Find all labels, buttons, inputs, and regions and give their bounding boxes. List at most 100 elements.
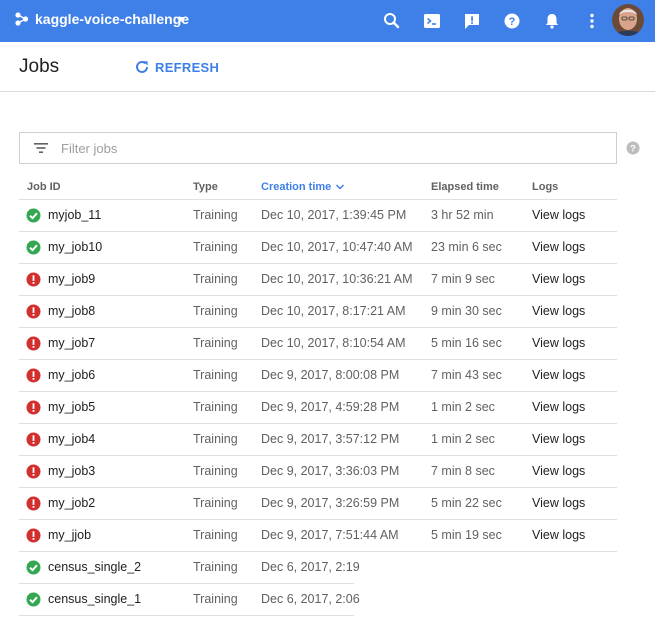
view-logs-link[interactable]: View logs — [532, 208, 585, 222]
avatar[interactable] — [612, 4, 644, 36]
filter-bar — [19, 132, 617, 164]
jobs-table: Job ID Type Creation time Elapsed time L… — [19, 172, 617, 616]
error-icon — [26, 400, 41, 415]
view-logs-link[interactable]: View logs — [532, 496, 585, 510]
refresh-label: REFRESH — [155, 59, 220, 75]
job-type: Training — [193, 336, 238, 350]
elapsed-time: 7 min 9 sec — [431, 272, 495, 286]
refresh-icon — [136, 60, 148, 73]
filter-jobs-input[interactable] — [61, 138, 601, 158]
table-row[interactable]: my_job5 Training Dec 9, 2017, 4:59:28 PM 1 … — [19, 392, 617, 424]
elapsed-time: 23 min 6 sec — [431, 240, 502, 254]
job-id[interactable]: my_jjob — [48, 528, 91, 542]
table-row[interactable]: my_job3 Training Dec 9, 2017, 3:36:03 PM 7 … — [19, 456, 617, 488]
feedback-icon[interactable] — [461, 10, 483, 32]
creation-time: Dec 10, 2017, 1:39:45 PM — [261, 208, 407, 222]
column-header-elapsed-time[interactable]: Elapsed time — [431, 181, 499, 193]
table-row[interactable]: my_job2 Training Dec 9, 2017, 3:26:59 PM 5 … — [19, 488, 617, 520]
refresh-button[interactable]: REFRESH — [134, 58, 219, 76]
sort-descending-icon — [336, 184, 345, 190]
help-icon[interactable]: ? — [501, 10, 523, 32]
job-type: Training — [193, 368, 238, 382]
error-icon — [26, 336, 41, 351]
error-icon — [26, 368, 41, 383]
job-type: Training — [193, 560, 238, 574]
svg-text:?: ? — [509, 16, 516, 28]
elapsed-time: 5 min 19 sec — [431, 528, 502, 542]
view-logs-link[interactable]: View logs — [532, 464, 585, 478]
view-logs-link[interactable]: View logs — [532, 304, 585, 318]
search-icon[interactable] — [381, 10, 403, 32]
job-id[interactable]: my_job7 — [48, 336, 95, 350]
creation-time: Dec 6, 2017, 2:06 — [261, 592, 360, 606]
job-id[interactable]: my_job8 — [48, 304, 95, 318]
elapsed-time: 3 hr 52 min — [431, 208, 494, 222]
chevron-down-icon[interactable] — [176, 17, 186, 22]
job-id[interactable]: my_job5 — [48, 400, 95, 414]
top-app-bar: kaggle-voice-challenge ? — [0, 0, 655, 42]
column-header-type[interactable]: Type — [193, 181, 218, 193]
view-logs-link[interactable]: View logs — [532, 400, 585, 414]
job-type: Training — [193, 304, 238, 318]
table-row[interactable]: my_job6 Training Dec 9, 2017, 8:00:08 PM 7 … — [19, 360, 617, 392]
creation-time: Dec 10, 2017, 10:36:21 AM — [261, 272, 413, 286]
elapsed-time: 7 min 8 sec — [431, 464, 495, 478]
table-row[interactable]: my_jjob Training Dec 9, 2017, 7:51:44 AM 5 … — [19, 520, 617, 552]
job-id[interactable]: census_single_2 — [48, 560, 141, 574]
elapsed-time: 5 min 22 sec — [431, 496, 502, 510]
view-logs-link[interactable]: View logs — [532, 528, 585, 542]
job-id[interactable]: my_job9 — [48, 272, 95, 286]
job-id[interactable]: my_job6 — [48, 368, 95, 382]
creation-time: Dec 10, 2017, 8:17:21 AM — [261, 304, 406, 318]
job-type: Training — [193, 272, 238, 286]
job-type: Training — [193, 592, 238, 606]
more-vert-icon[interactable] — [581, 10, 603, 32]
cloud-shell-icon[interactable] — [421, 10, 443, 32]
table-row[interactable]: my_job9 Training Dec 10, 2017, 10:36:21 AM… — [19, 264, 617, 296]
table-row[interactable]: my_job4 Training Dec 9, 2017, 3:57:12 PM 1 … — [19, 424, 617, 456]
column-header-job-id[interactable]: Job ID — [27, 181, 61, 193]
view-logs-link[interactable]: View logs — [532, 336, 585, 350]
table-row[interactable]: census_single_2 Training Dec 6, 2017, 2:19 — [19, 552, 360, 584]
error-icon — [26, 464, 41, 479]
job-id[interactable]: my_job4 — [48, 432, 95, 446]
creation-time: Dec 9, 2017, 3:26:59 PM — [261, 496, 400, 510]
notifications-icon[interactable] — [541, 10, 563, 32]
job-type: Training — [193, 496, 238, 510]
job-type: Training — [193, 432, 238, 446]
elapsed-time: 1 min 2 sec — [431, 400, 495, 414]
success-check-icon — [26, 240, 41, 255]
project-name[interactable]: kaggle-voice-challenge — [35, 11, 189, 27]
view-logs-link[interactable]: View logs — [532, 368, 585, 382]
table-row[interactable]: my_job7 Training Dec 10, 2017, 8:10:54 AM 5… — [19, 328, 617, 360]
project-icon[interactable] — [14, 11, 30, 27]
filter-help-icon[interactable]: ? — [626, 141, 640, 155]
column-header-creation-time[interactable]: Creation time — [261, 181, 345, 193]
job-type: Training — [193, 400, 238, 414]
job-id[interactable]: myjob_11 — [48, 208, 101, 222]
view-logs-link[interactable]: View logs — [532, 240, 585, 254]
creation-time: Dec 9, 2017, 4:59:28 PM — [261, 400, 400, 414]
job-id[interactable]: my_job3 — [48, 464, 95, 478]
table-row[interactable]: myjob_11 Training Dec 10, 2017, 1:39:45 PM… — [19, 200, 617, 232]
table-row[interactable]: my_job8 Training Dec 10, 2017, 8:17:21 AM 9… — [19, 296, 617, 328]
view-logs-link[interactable]: View logs — [532, 432, 585, 446]
table-row[interactable]: census_single_1 Training Dec 6, 2017, 2:06 — [19, 584, 360, 616]
creation-time: Dec 6, 2017, 2:19 — [261, 560, 360, 574]
job-id[interactable]: census_single_1 — [48, 592, 141, 606]
elapsed-time: 9 min 30 sec — [431, 304, 502, 318]
creation-time: Dec 10, 2017, 8:10:54 AM — [261, 336, 406, 350]
table-row[interactable]: my_job10 Training Dec 10, 2017, 10:47:40 A… — [19, 232, 617, 264]
table-header-row: Job ID Type Creation time Elapsed time L… — [19, 172, 617, 200]
job-id[interactable]: my_job10 — [48, 240, 102, 254]
error-icon — [26, 528, 41, 543]
job-id[interactable]: my_job2 — [48, 496, 95, 510]
error-icon — [26, 304, 41, 319]
view-logs-link[interactable]: View logs — [532, 272, 585, 286]
header-divider — [0, 91, 655, 92]
creation-time: Dec 9, 2017, 3:57:12 PM — [261, 432, 400, 446]
svg-text:?: ? — [630, 144, 636, 155]
elapsed-time: 5 min 16 sec — [431, 336, 502, 350]
column-header-creation-time-label: Creation time — [261, 181, 332, 193]
creation-time: Dec 9, 2017, 8:00:08 PM — [261, 368, 400, 382]
